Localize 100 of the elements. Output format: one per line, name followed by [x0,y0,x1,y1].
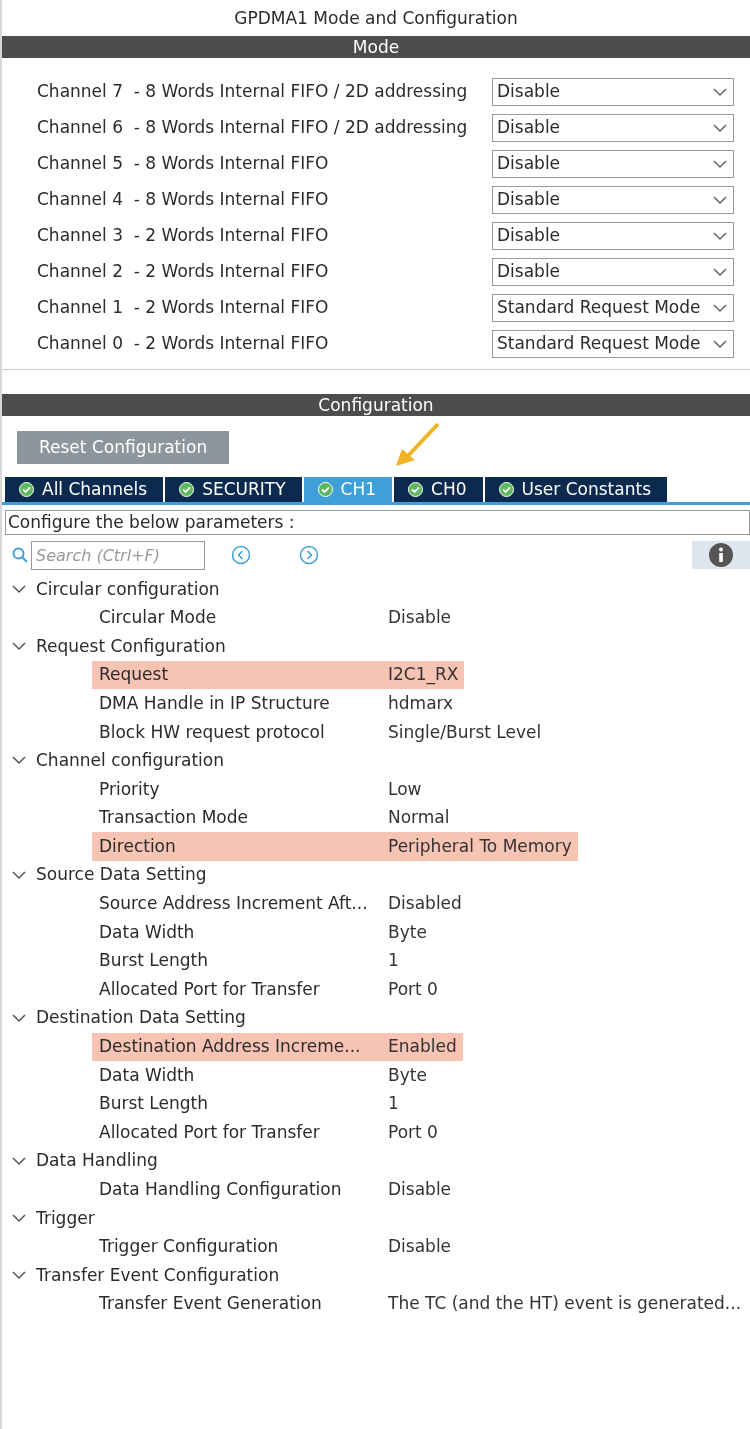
group-label: Transfer Event Configuration [36,1263,280,1287]
group-label: Circular configuration [36,577,220,601]
parameter-label: Direction [99,834,177,858]
dropdown-value: Standard Request Mode [497,296,701,320]
info-button[interactable] [692,541,750,569]
parameter-value: Single/Burst Level [388,720,543,744]
tab[interactable]: SECURITY [165,477,302,502]
dropdown[interactable]: Disable [492,186,734,214]
parameter-value: The TC (and the HT) event is generated... [388,1292,743,1316]
search-icon [12,547,28,563]
parameter-label: Allocated Port for Transfer [99,977,321,1001]
parameter-value: Byte [388,920,428,944]
channel-label: Channel 3 - 2 Words Internal FIFO [37,224,329,248]
chevron-down-icon[interactable] [12,1271,26,1281]
dropdown[interactable]: Standard Request Mode [492,330,734,358]
section-header: Mode [2,36,750,58]
chevron-down-icon[interactable] [12,642,26,651]
info-icon [709,543,733,567]
group-label: Channel configuration [36,749,224,773]
parameter-value: Normal [388,806,451,830]
parameter-value: 1 [388,949,400,973]
dropdown-value: Disable [497,152,561,176]
dropdown-value: Standard Request Mode [497,332,701,356]
next-icon[interactable] [299,545,319,565]
hint-text: Configure the below parameters : [5,510,750,535]
chevron-down-icon[interactable] [12,1013,26,1023]
chevron-down-icon[interactable] [12,584,26,594]
parameter-label: Request [99,663,170,687]
dropdown[interactable]: Disable [492,78,734,106]
dropdown[interactable]: Disable [492,150,734,178]
channel-label: Channel 1 - 2 Words Internal FIFO [37,296,329,320]
check-circle-icon [19,482,34,497]
parameter-value: 1 [388,1092,400,1116]
check-circle-icon [408,482,424,497]
parameter-value: Peripheral To Memory [388,834,573,858]
window-title: GPDMA1 Mode and Configuration [233,7,519,30]
chevron-down-icon [713,232,727,240]
chevron-down-icon[interactable] [12,1156,26,1166]
parameter-label: Data Width [99,1063,196,1087]
dropdown-value: Disable [497,260,561,284]
parameter-value: Low [388,777,423,801]
group-label: Trigger [36,1206,95,1230]
dropdown[interactable]: Standard Request Mode [492,294,734,322]
parameter-label: Destination Address Increme... [99,1035,362,1059]
parameter-label: Allocated Port for Transfer [99,1120,321,1144]
section-header: Configuration [2,394,750,416]
group-label: Destination Data Setting [36,1006,246,1030]
dropdown-value: Disable [497,116,561,140]
parameter-label: Burst Length [99,1092,209,1116]
chevron-down-icon [713,268,727,276]
search-field[interactable]: Search (Ctrl+F) [31,540,205,570]
chevron-down-icon [713,196,727,204]
channel-label: Channel 2 - 2 Words Internal FIFO [37,260,329,284]
chevron-down-icon [713,160,727,168]
chevron-down-icon [713,124,727,132]
parameter-label: Transfer Event Generation [99,1292,323,1316]
parameter-label: Data Handling Configuration [99,1178,343,1201]
parameter-label: DMA Handle in IP Structure [99,691,331,715]
dropdown[interactable]: Disable [492,114,734,142]
chevron-down-icon[interactable] [12,1213,26,1223]
group-label: Source Data Setting [36,863,207,887]
check-circle-icon [498,482,514,497]
channel-label: Channel 0 - 2 Words Internal FIFO [37,332,329,356]
chevron-down-icon [713,340,727,348]
parameter-label: Burst Length [99,949,209,973]
parameter-value: Enabled [388,1035,458,1059]
channel-label: Channel 6 - 8 Words Internal FIFO / 2D addressing [37,116,468,140]
parameter-value: Port 0 [388,1120,439,1144]
parameter-value: Port 0 [388,977,439,1001]
parameter-label: Data Width [99,920,196,944]
dropdown[interactable]: Disable [492,222,734,250]
parameter-label: Trigger Configuration [99,1235,280,1259]
group-label: Data Handling [36,1149,158,1173]
tab[interactable]: User Constants [484,477,667,502]
tab[interactable]: All Channels [5,477,164,502]
channel-label: Channel 4 - 8 Words Internal FIFO [37,188,329,212]
parameter-value: Disable [388,1235,453,1259]
group-label: Request Configuration [36,634,226,658]
parameter-label: Block HW request protocol [99,720,326,744]
chevron-down-icon[interactable] [12,756,26,766]
parameter-value: Disable [388,606,453,630]
parameter-value: hdmarx [388,691,455,715]
channel-label: Channel 7 - 8 Words Internal FIFO / 2D addressing [37,80,468,104]
dropdown-value: Disable [497,224,561,248]
parameter-value: I2C1_RX [388,663,460,687]
check-circle-icon [317,482,333,497]
chevron-down-icon [713,304,727,312]
dropdown-value: Disable [497,80,561,104]
parameter-label: Source Address Increment Aft... [99,892,369,916]
check-circle-icon [179,482,195,497]
channel-label: Channel 5 - 8 Words Internal FIFO [37,152,329,176]
previous-icon[interactable] [231,545,251,565]
chevron-down-icon [713,88,727,96]
parameter-label: Transaction Mode [99,806,249,830]
parameter-label: Circular Mode [99,606,218,630]
tab[interactable]: CH0 [394,477,483,502]
chevron-down-icon[interactable] [12,870,26,880]
dropdown[interactable]: Disable [492,258,734,286]
parameter-label: Priority [99,777,161,801]
parameter-value: Byte [388,1063,428,1087]
